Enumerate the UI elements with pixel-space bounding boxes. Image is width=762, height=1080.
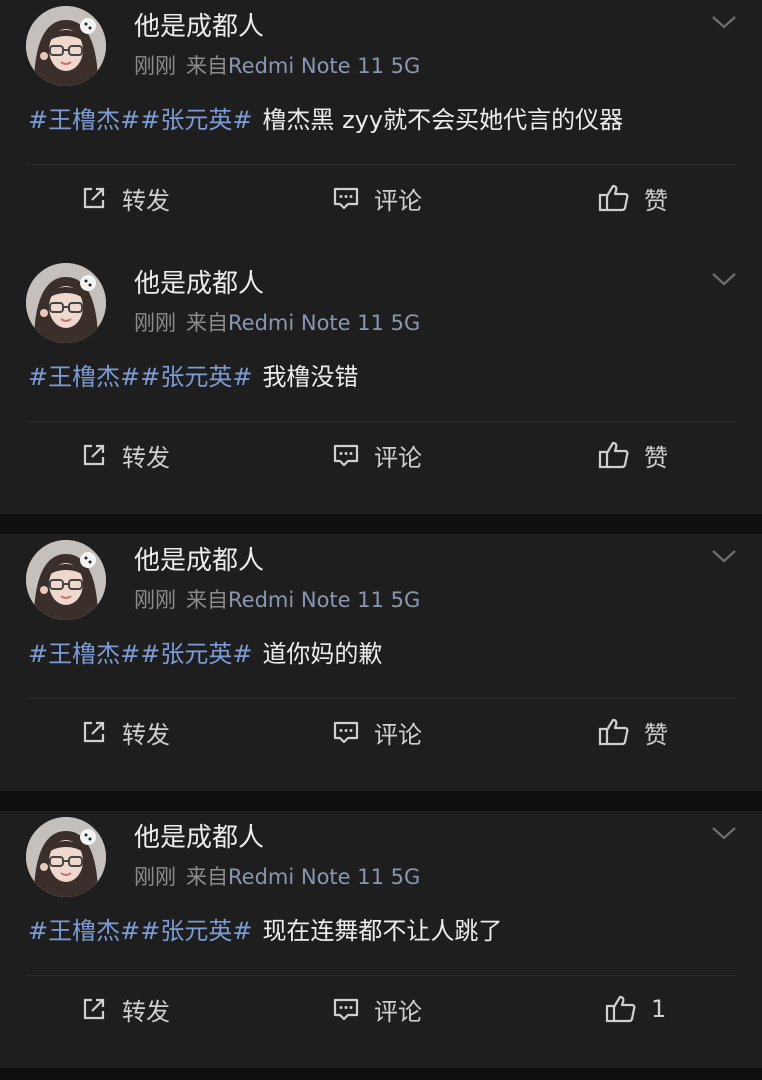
thumbs-up-icon — [605, 995, 636, 1023]
username[interactable]: 他是成都人 — [134, 265, 264, 303]
comment-label: 评论 — [374, 443, 422, 472]
post-time: 刚刚 — [134, 588, 176, 612]
chevron-down-icon[interactable] — [710, 269, 738, 289]
comment-button[interactable]: 评论 — [332, 710, 422, 754]
divider — [26, 164, 736, 165]
forward-label: 转发 — [122, 720, 170, 749]
divider — [26, 975, 736, 976]
post-meta: 刚刚 来自Redmi Note 11 5G — [134, 861, 420, 893]
share-arrow-icon — [83, 998, 105, 1020]
avatar-image — [26, 540, 106, 620]
like-label: 赞 — [644, 720, 668, 749]
username[interactable]: 他是成都人 — [134, 8, 264, 46]
thumbs-up-icon — [598, 184, 629, 212]
thumbs-up-icon — [598, 718, 629, 746]
source-prefix: 来自 — [186, 588, 228, 612]
thumbs-up-icon — [598, 441, 629, 469]
share-arrow-icon — [83, 721, 105, 743]
avatar[interactable] — [26, 6, 106, 86]
like-label: 赞 — [644, 186, 668, 215]
device-name: Redmi Note 11 5G — [228, 311, 421, 335]
post-text: #王橹杰##张元英# 橹杰黑 zyy就不会买她代言的仪器 — [28, 102, 623, 138]
like-button[interactable]: 赞 — [598, 176, 668, 220]
topic-tags[interactable]: #王橹杰##张元英# — [28, 106, 252, 134]
like-button[interactable]: 赞 — [598, 433, 668, 477]
avatar-image — [26, 263, 106, 343]
post-time: 刚刚 — [134, 311, 176, 335]
chevron-down-icon[interactable] — [710, 823, 738, 843]
device-name: Redmi Note 11 5G — [228, 588, 421, 612]
avatar[interactable] — [26, 263, 106, 343]
post-meta: 刚刚 来自Redmi Note 11 5G — [134, 50, 420, 82]
source-prefix: 来自 — [186, 865, 228, 889]
post-body: 道你妈的歉 — [262, 640, 383, 668]
comment-button[interactable]: 评论 — [332, 433, 422, 477]
source-prefix: 来自 — [186, 311, 228, 335]
post-card[interactable]: 他是成都人 刚刚 来自Redmi Note 11 5G #王橹杰##张元英# 道你妈… — [0, 534, 762, 791]
topic-tags[interactable]: #王橹杰##张元英# — [28, 917, 252, 945]
post-card[interactable]: 他是成都人 刚刚 来自Redmi Note 11 5G #王橹杰##张元英# 橹杰黑… — [0, 0, 762, 257]
forward-button[interactable]: 转发 — [80, 176, 170, 220]
chevron-down-icon[interactable] — [710, 546, 738, 566]
comment-bubble-icon — [333, 187, 359, 210]
chevron-down-icon[interactable] — [710, 12, 738, 32]
post-body: 我橹没错 — [262, 363, 359, 391]
forward-label: 转发 — [122, 997, 170, 1026]
forward-label: 转发 — [122, 186, 170, 215]
comment-bubble-icon — [333, 444, 359, 467]
device-name: Redmi Note 11 5G — [228, 54, 421, 78]
topic-tags[interactable]: #王橹杰##张元英# — [28, 640, 252, 668]
post-card[interactable]: 他是成都人 刚刚 来自Redmi Note 11 5G #王橹杰##张元英# 我橹没… — [0, 257, 762, 514]
weibo-feed: 他是成都人 刚刚 来自Redmi Note 11 5G #王橹杰##张元英# 橹杰黑… — [0, 0, 762, 1080]
source-prefix: 来自 — [186, 54, 228, 78]
avatar[interactable] — [26, 817, 106, 897]
post-time: 刚刚 — [134, 54, 176, 78]
forward-button[interactable]: 转发 — [80, 433, 170, 477]
avatar[interactable] — [26, 540, 106, 620]
avatar-image — [26, 6, 106, 86]
like-count: 1 — [651, 995, 667, 1023]
post-text: #王橹杰##张元英# 我橹没错 — [28, 359, 358, 395]
username[interactable]: 他是成都人 — [134, 542, 264, 580]
like-button[interactable]: 赞 — [598, 710, 668, 754]
forward-button[interactable]: 转发 — [80, 987, 170, 1031]
forward-label: 转发 — [122, 443, 170, 472]
comment-button[interactable]: 评论 — [332, 987, 422, 1031]
divider — [26, 421, 736, 422]
like-label: 赞 — [644, 443, 668, 472]
forward-button[interactable]: 转发 — [80, 710, 170, 754]
post-meta: 刚刚 来自Redmi Note 11 5G — [134, 307, 420, 339]
comment-bubble-icon — [333, 998, 359, 1021]
comment-bubble-icon — [333, 721, 359, 744]
post-time: 刚刚 — [134, 865, 176, 889]
username[interactable]: 他是成都人 — [134, 819, 264, 857]
comment-label: 评论 — [374, 720, 422, 749]
topic-tags[interactable]: #王橹杰##张元英# — [28, 363, 252, 391]
share-arrow-icon — [83, 444, 105, 466]
post-meta: 刚刚 来自Redmi Note 11 5G — [134, 584, 420, 616]
post-text: #王橹杰##张元英# 现在连舞都不让人跳了 — [28, 913, 502, 949]
post-body: 现在连舞都不让人跳了 — [262, 917, 503, 945]
comment-label: 评论 — [374, 186, 422, 215]
post-text: #王橹杰##张元英# 道你妈的歉 — [28, 636, 382, 672]
comment-button[interactable]: 评论 — [332, 176, 422, 220]
comment-label: 评论 — [374, 997, 422, 1026]
post-body: 橹杰黑 zyy就不会买她代言的仪器 — [262, 106, 624, 134]
share-arrow-icon — [83, 187, 105, 209]
post-card[interactable]: 他是成都人 刚刚 来自Redmi Note 11 5G #王橹杰##张元英# 现在连… — [0, 811, 762, 1068]
divider — [26, 698, 736, 699]
like-button[interactable]: 1 — [605, 987, 666, 1031]
device-name: Redmi Note 11 5G — [228, 865, 421, 889]
avatar-image — [26, 817, 106, 897]
